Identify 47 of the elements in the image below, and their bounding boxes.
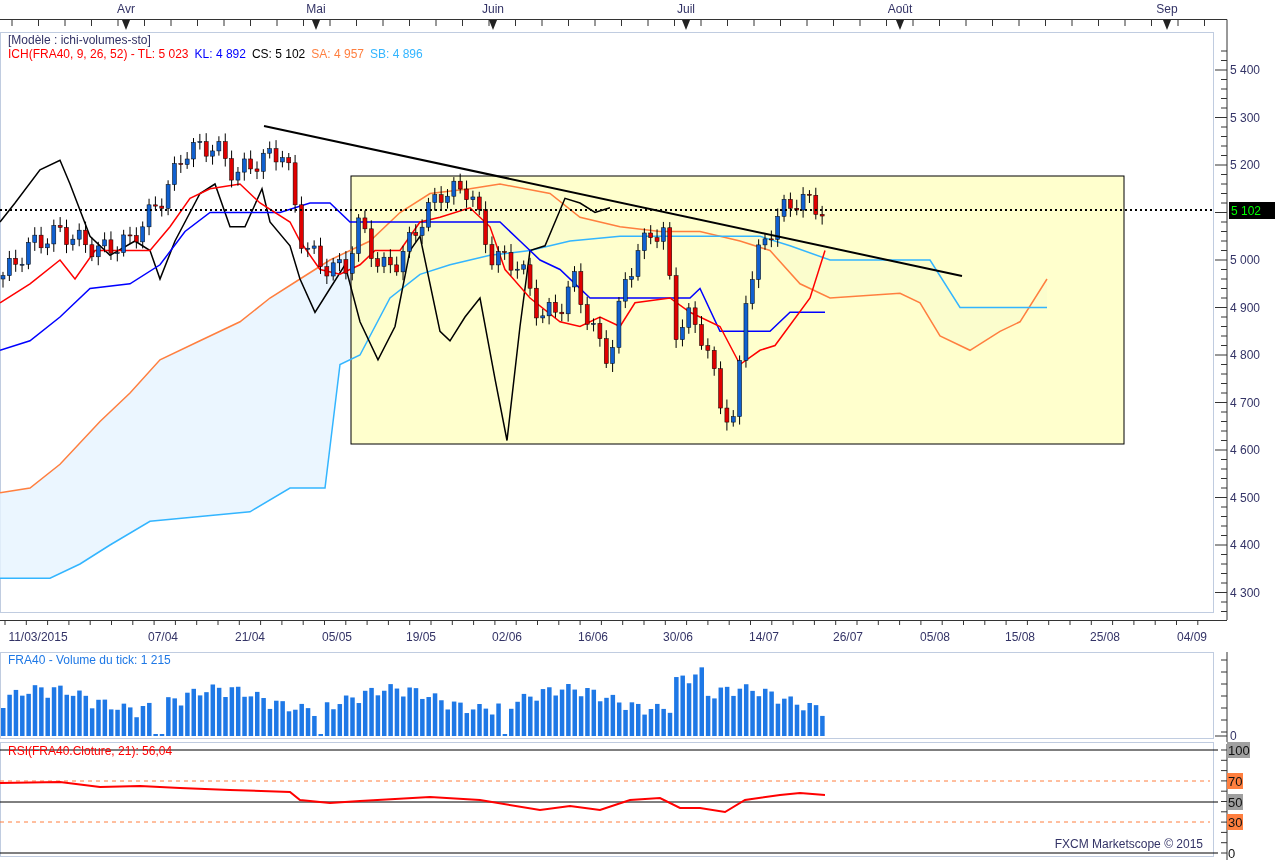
copyright-label: FXCM Marketscope © 2015 — [1054, 837, 1203, 851]
date-label: 04/09 — [1177, 630, 1207, 644]
date-label: 21/04 — [235, 630, 265, 644]
rsi-axis-label: 70 — [1227, 773, 1243, 789]
date-label: 26/07 — [833, 630, 863, 644]
date-label: 16/06 — [578, 630, 608, 644]
price-axis-label: 4 900 — [1230, 300, 1261, 315]
price-axis-label: 5 400 — [1230, 63, 1261, 77]
rsi-axis-label: 30 — [1227, 814, 1243, 830]
price-axis-label: 4 700 — [1230, 395, 1261, 410]
month-label: Sep — [1156, 2, 1178, 16]
price-axis-label: 4 600 — [1230, 443, 1261, 457]
date-label: 14/07 — [749, 630, 779, 644]
month-label: Juil — [677, 2, 695, 16]
date-label: 30/06 — [663, 630, 693, 644]
month-label: Juin — [482, 2, 504, 16]
date-label: 15/08 — [1005, 630, 1035, 644]
model-label: [Modèle : ichi-volumes-sto] — [8, 33, 151, 47]
rsi-label: RSI(FRA40.Cloture, 21): 56,04 — [8, 744, 173, 758]
rsi-axis-label: 100 — [1227, 742, 1250, 758]
price-axis-label: 5 200 — [1230, 158, 1261, 172]
date-label: 02/06 — [492, 630, 522, 644]
date-label: 07/04 — [148, 630, 178, 644]
legend-item: SA: 4 957 — [311, 47, 364, 61]
rsi-axis-label: 0 — [1228, 846, 1236, 860]
date-label: 19/05 — [406, 630, 436, 644]
date-label: 05/08 — [920, 630, 950, 644]
price-axis-label: 4 400 — [1230, 538, 1261, 552]
legend-item: SB: 4 896 — [370, 47, 423, 61]
month-label: Avr — [117, 2, 135, 16]
price-axis-label: 5 000 — [1230, 253, 1261, 267]
volume-axis-label: 0 — [1230, 729, 1237, 742]
price-axis-label: 5 300 — [1230, 110, 1261, 125]
price-axis-label: 4 500 — [1230, 490, 1261, 505]
date-label: 11/03/2015 — [8, 630, 68, 644]
month-label: Mai — [306, 2, 326, 16]
date-label: 25/08 — [1090, 630, 1120, 644]
date-label: 05/05 — [322, 630, 352, 644]
price-axis-label: 4 300 — [1230, 585, 1261, 600]
price-axis-label: 4 800 — [1230, 348, 1261, 362]
month-label: Août — [887, 2, 913, 16]
rsi-axis-label: 50 — [1227, 794, 1243, 810]
legend-item: ICH(FRA40, 9, 26, 52) - TL: 5 023 — [8, 47, 189, 61]
current-price-label: 5 102 — [1229, 202, 1275, 219]
legend-item: KL: 4 892 — [194, 47, 246, 61]
legend-item: CS: 5 102 — [251, 47, 306, 61]
volume-label: FRA40 - Volume du tick: 1 215 — [8, 653, 171, 667]
